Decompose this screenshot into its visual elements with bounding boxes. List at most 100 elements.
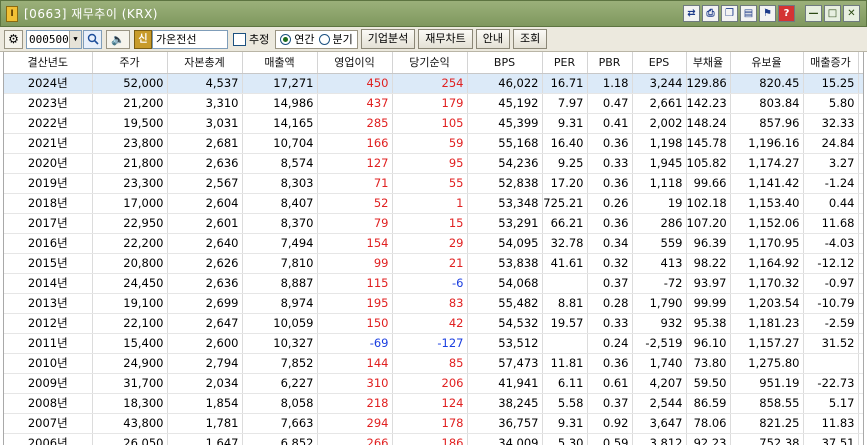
table-cell: 21 xyxy=(392,253,468,274)
table-cell: 206 xyxy=(392,373,468,394)
table-cell: 54,236 xyxy=(467,153,543,174)
table-cell: 142.23 xyxy=(686,93,731,114)
search-icon[interactable] xyxy=(83,29,102,49)
company-analysis-button[interactable]: 기업분석 xyxy=(360,29,416,49)
table-row[interactable]: 2006년 26,050 1,647 6,852 266 186 34,009 5.30 0.5… xyxy=(4,433,863,445)
table-cell: 16.71 xyxy=(542,73,588,94)
link-icon[interactable]: ⇄ xyxy=(683,5,700,22)
table-cell: 11.83 xyxy=(803,413,859,434)
table-cell: 3,031 xyxy=(167,113,243,134)
table-cell: 1,275.80 xyxy=(730,353,804,374)
table-cell: 10,704 xyxy=(242,133,318,154)
column-header[interactable]: 자본총계 xyxy=(167,52,243,74)
table-row[interactable]: 2011년 15,400 2,600 10,327 -69 -127 53,512 0.24-… xyxy=(4,333,863,354)
guide-button[interactable]: 안내 xyxy=(475,29,510,49)
table-row[interactable]: 2013년 19,100 2,699 8,974 195 83 55,482 8.81 0.28… xyxy=(4,293,863,314)
stock-code-input[interactable]: 000500 ▼ xyxy=(26,29,82,49)
pin-icon[interactable]: ⚑ xyxy=(759,5,776,22)
table-cell: 437 xyxy=(317,93,393,114)
table-cell: 2,661 xyxy=(632,93,687,114)
table-cell: 99.99 xyxy=(686,293,731,314)
column-header[interactable]: PER xyxy=(542,52,588,74)
column-header[interactable]: 매출증가 xyxy=(803,52,859,74)
chevron-down-icon[interactable]: ▼ xyxy=(69,30,81,48)
table-cell: 8,887 xyxy=(242,273,318,294)
table-cell: 31,700 xyxy=(92,373,168,394)
table-cell: 0.24 xyxy=(587,333,633,354)
period-radio-group: 연간 분기 xyxy=(275,29,358,49)
table-row[interactable]: 2015년 20,800 2,626 7,810 99 21 53,838 41.61 0.32… xyxy=(4,253,863,274)
table-row[interactable]: 2010년 24,900 2,794 7,852 144 85 57,473 11.81 0.3… xyxy=(4,353,863,374)
column-header[interactable]: 영익률 xyxy=(858,52,863,74)
table-row[interactable]: 2014년 24,450 2,636 8,887 115 -6 54,068 0.37 -72 9… xyxy=(4,273,863,294)
table-row[interactable]: 2022년 19,500 3,031 14,165 285 105 45,399 9.31 0.… xyxy=(4,113,863,134)
estimate-checkbox[interactable] xyxy=(233,32,246,46)
table-row[interactable]: 2016년 22,200 2,640 7,494 154 29 54,095 32.78 0.3… xyxy=(4,233,863,254)
copy-icon[interactable]: ❐ xyxy=(721,5,738,22)
table-cell: 46,022 xyxy=(467,73,543,94)
table-cell: 2.92 xyxy=(858,93,863,114)
query-button[interactable]: 조회 xyxy=(512,29,548,49)
table-cell: 1,170.95 xyxy=(730,233,804,254)
column-header[interactable]: EPS xyxy=(632,52,687,74)
table-cell: -0.97 xyxy=(803,273,859,294)
settings-gear-icon[interactable]: ⚙ xyxy=(4,29,23,49)
table-cell: 0.37 xyxy=(587,393,633,414)
table-cell: 1,945 xyxy=(632,153,687,174)
table-cell: 17,000 xyxy=(92,193,168,214)
column-header[interactable]: BPS xyxy=(467,52,543,74)
table-row[interactable]: 2020년 21,800 2,636 8,574 127 95 54,236 9.25 0.33… xyxy=(4,153,863,174)
table-cell: 21,200 xyxy=(92,93,168,114)
table-cell: 6.11 xyxy=(542,373,588,394)
table-row[interactable]: 2018년 17,000 2,604 8,407 52 1 53,348 725.21 0.26… xyxy=(4,193,863,214)
table-row[interactable]: 2008년 18,300 1,854 8,058 218 124 38,245 5.58 0.3… xyxy=(4,393,863,414)
quarter-radio[interactable] xyxy=(318,33,330,45)
table-cell: 154 xyxy=(317,233,393,254)
column-header[interactable]: 유보율 xyxy=(730,52,804,74)
table-row[interactable]: 2007년 43,800 1,781 7,663 294 178 36,757 9.31 0.9… xyxy=(4,413,863,434)
speaker-icon[interactable]: 🔈 xyxy=(106,29,130,49)
table-cell: 1.18 xyxy=(587,73,633,94)
table-row[interactable]: 2017년 22,950 2,601 8,370 79 15 53,291 66.21 0.36… xyxy=(4,213,863,234)
table-cell: 42 xyxy=(392,313,468,334)
export-icon[interactable]: ▤ xyxy=(740,5,757,22)
column-header[interactable]: 결산년도 xyxy=(4,52,93,74)
table-cell: -0.66 xyxy=(858,333,863,354)
table-row[interactable]: 2023년 21,200 3,310 14,986 437 179 45,192 7.97 0.… xyxy=(4,93,863,114)
financial-trend-grid[interactable]: 결산년도 주가 자본총계 매출액 영업이익 당기순익 BPS PER PBR EPS 부채율 유보율 매… xyxy=(3,52,864,445)
column-header[interactable]: 매출액 xyxy=(242,52,318,74)
table-cell: 41,941 xyxy=(467,373,543,394)
table-cell: 0.92 xyxy=(587,413,633,434)
column-header[interactable]: 주가 xyxy=(92,52,168,74)
table-cell: -2,519 xyxy=(632,333,687,354)
table-cell: 450 xyxy=(317,73,393,94)
table-row[interactable]: 2024년 52,000 4,537 17,271 450 254 46,022 16.71 1… xyxy=(4,73,863,94)
table-cell: 53,512 xyxy=(467,333,543,354)
table-cell: 19,500 xyxy=(92,113,168,134)
column-header[interactable]: PBR xyxy=(587,52,633,74)
table-cell: 71 xyxy=(317,173,393,194)
column-header[interactable]: 영업이익 xyxy=(317,52,393,74)
maximize-icon[interactable]: □ xyxy=(824,5,841,22)
table-cell: 820.45 xyxy=(730,73,804,94)
column-header[interactable]: 부채율 xyxy=(686,52,731,74)
table-cell: 254 xyxy=(392,73,468,94)
table-row[interactable]: 2021년 23,800 2,681 10,704 166 59 55,168 16.40 0.… xyxy=(4,133,863,154)
print-icon[interactable]: ⎙ xyxy=(702,5,719,22)
table-cell: 148.24 xyxy=(686,113,731,134)
minimize-icon[interactable]: — xyxy=(805,5,822,22)
window-titlebar: I [0663] 재무추이 (KRX) ⇄ ⎙ ❐ ▤ ⚑ ? — □ ✕ xyxy=(0,0,867,27)
finance-chart-button[interactable]: 재무차트 xyxy=(418,29,473,49)
column-header[interactable]: 당기순익 xyxy=(392,52,468,74)
table-cell: 86.59 xyxy=(686,393,731,414)
close-icon[interactable]: ✕ xyxy=(843,5,860,22)
table-cell: 0.33 xyxy=(587,313,633,334)
table-row[interactable]: 2009년 31,700 2,034 6,227 310 206 41,941 6.11 0.6… xyxy=(4,373,863,394)
table-cell: 2017년 xyxy=(4,213,93,234)
table-row[interactable]: 2012년 22,100 2,647 10,059 150 42 54,532 19.57 0.… xyxy=(4,313,863,334)
stock-name-field[interactable]: 가온전선 xyxy=(152,29,228,49)
table-cell: 99.66 xyxy=(686,173,731,194)
help-icon[interactable]: ? xyxy=(778,5,795,22)
annual-radio[interactable] xyxy=(280,33,292,45)
table-row[interactable]: 2019년 23,300 2,567 8,303 71 55 52,838 17.20 0.36… xyxy=(4,173,863,194)
